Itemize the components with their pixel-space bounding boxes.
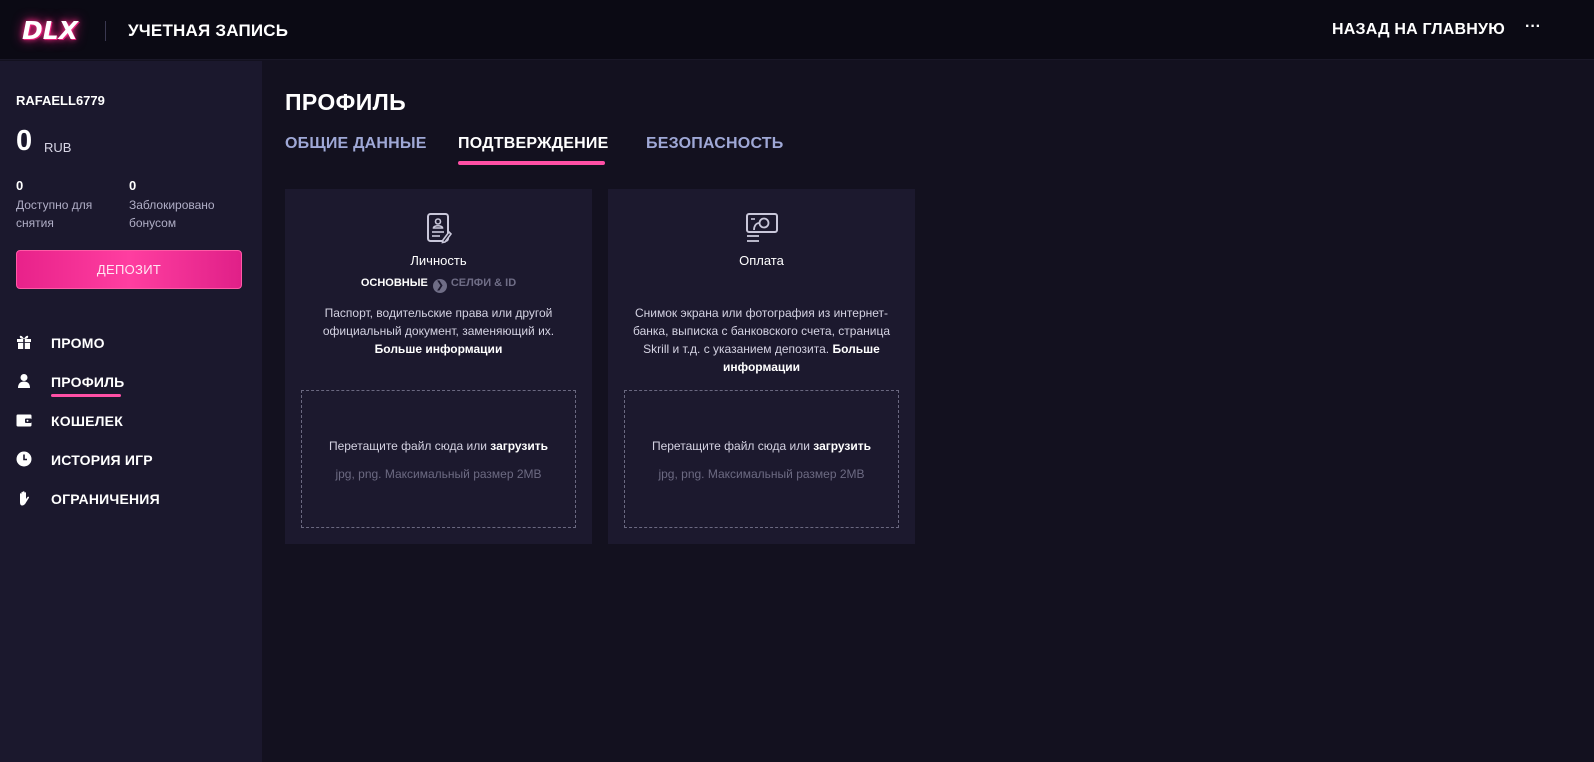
sidebar-item-label: ИСТОРИЯ ИГР <box>51 452 153 468</box>
file-dropzone[interactable]: Перетащите файл сюда или загрузить jpg, … <box>301 390 576 528</box>
page-header-title: УЧЕТНАЯ ЗАПИСЬ <box>128 21 289 40</box>
dropzone-text: Перетащите файл сюда или загрузить <box>302 439 575 453</box>
available-label: Доступно для снятия <box>16 198 93 230</box>
balance-currency: RUB <box>44 140 72 155</box>
card-description: Снимок экрана или фотография из интернет… <box>628 304 895 376</box>
blocked-balance: 0 Заблокировано бонусом <box>129 178 239 232</box>
top-bar: DLX УЧЕТНАЯ ЗАПИСЬ НАЗАД НА ГЛАВНУЮ ··· <box>0 0 1594 60</box>
card-title: Личность <box>410 253 467 268</box>
sidebar-item-label: ПРОМО <box>51 335 105 351</box>
dropzone-hint: jpg, png. Максимальный размер 2MB <box>658 467 865 481</box>
gift-icon <box>17 335 31 349</box>
more-info-link[interactable]: Больше информации <box>375 342 503 356</box>
description-text: Паспорт, водительские права или другой о… <box>322 306 555 338</box>
dropzone-hint: jpg, png. Максимальный размер 2MB <box>335 467 542 481</box>
clock-icon <box>16 451 32 467</box>
username: RAFAELL6779 <box>16 93 105 108</box>
blocked-value: 0 <box>129 178 137 193</box>
deposit-button[interactable]: ДЕПОЗИТ <box>16 250 242 289</box>
active-indicator <box>51 394 121 397</box>
chevron-right-icon: ❯ <box>432 279 447 293</box>
step-next: СЕЛФИ & ID <box>450 277 517 289</box>
active-tab-indicator <box>458 161 605 165</box>
page-title: ПРОФИЛЬ <box>285 89 407 115</box>
tab-security[interactable]: БЕЗОПАСНОСТЬ <box>646 135 783 153</box>
dropzone-label: Перетащите файл сюда или <box>328 439 487 453</box>
balance-amount: 0 <box>16 125 33 157</box>
card-description: Паспорт, водительские права или другой о… <box>305 304 572 358</box>
tab-general[interactable]: ОБЩИЕ ДАННЫЕ <box>285 135 427 153</box>
sidebar-item-limits[interactable]: ОГРАНИЧЕНИЯ <box>16 488 246 514</box>
dropzone-text: Перетащите файл сюда или загрузить <box>625 439 898 453</box>
blocked-label: Заблокировано бонусом <box>129 198 215 230</box>
more-menu-icon[interactable]: ··· <box>1524 17 1542 37</box>
step-current: ОСНОВНЫЕ <box>360 277 428 289</box>
sidebar-item-label: ОГРАНИЧЕНИЯ <box>51 491 160 507</box>
identity-card: Личность ОСНОВНЫЕ ❯ СЕЛФИ & ID Паспорт, во… <box>285 189 592 544</box>
user-icon <box>18 374 30 388</box>
card-title: Оплата <box>739 253 784 268</box>
payment-card: Оплата Снимок экрана или фотография из и… <box>608 189 915 544</box>
sidebar-item-wallet[interactable]: КОШЕЛЕК <box>16 410 246 436</box>
hand-icon <box>20 491 30 506</box>
wallet-icon <box>16 414 32 427</box>
sidebar-item-label: ПРОФИЛЬ <box>51 374 125 390</box>
id-document-icon <box>427 213 453 244</box>
available-balance: 0 Доступно для снятия <box>16 178 126 232</box>
payment-receipt-icon <box>746 213 778 242</box>
upload-link[interactable]: загрузить <box>813 439 871 453</box>
logo[interactable]: DLX <box>22 16 78 45</box>
sidebar: RAFAELL6779 0 RUB 0 Доступно для снятия … <box>0 61 262 762</box>
sidebar-item-profile[interactable]: ПРОФИЛЬ <box>16 371 246 397</box>
sidebar-item-promo[interactable]: ПРОМО <box>16 332 246 358</box>
file-dropzone[interactable]: Перетащите файл сюда или загрузить jpg, … <box>624 390 899 528</box>
verification-steps: ОСНОВНЫЕ ❯ СЕЛФИ & ID <box>285 277 592 293</box>
sidebar-item-label: КОШЕЛЕК <box>51 413 123 429</box>
tab-verification[interactable]: ПОДТВЕРЖДЕНИЕ <box>458 135 608 153</box>
back-to-home-link[interactable]: НАЗАД НА ГЛАВНУЮ <box>1332 21 1505 39</box>
available-value: 0 <box>16 178 24 193</box>
upload-link[interactable]: загрузить <box>490 439 548 453</box>
sidebar-item-game-history[interactable]: ИСТОРИЯ ИГР <box>16 449 246 475</box>
dropzone-label: Перетащите файл сюда или <box>651 439 810 453</box>
header-divider <box>105 21 106 41</box>
